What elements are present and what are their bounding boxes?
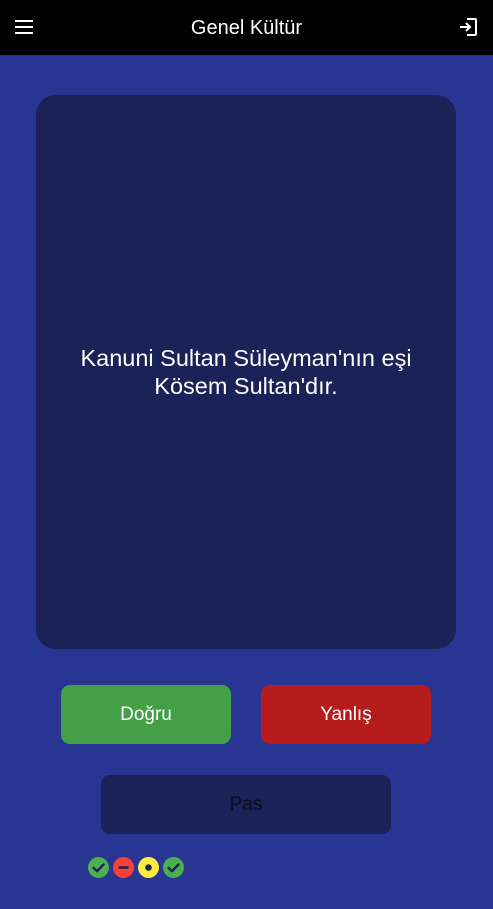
false-button[interactable]: Yanlış <box>261 685 431 744</box>
check-circle-icon <box>88 857 109 878</box>
app-bar: Genel Kültür <box>0 0 493 55</box>
pass-button[interactable]: Pas <box>101 775 391 834</box>
page-title: Genel Kültür <box>190 17 303 39</box>
exit-button[interactable] <box>454 13 482 41</box>
check-circle-icon <box>163 857 184 878</box>
minus-circle-icon <box>113 857 134 878</box>
question-text: Kanuni Sultan Süleyman'nın eşi Kösem Sul… <box>80 344 412 399</box>
exit-icon <box>460 18 477 36</box>
true-button[interactable]: Doğru <box>61 685 231 744</box>
answer-history <box>88 857 184 878</box>
dot-circle-icon <box>138 857 159 878</box>
question-card: Kanuni Sultan Süleyman'nın eşi Kösem Sul… <box>36 95 456 649</box>
